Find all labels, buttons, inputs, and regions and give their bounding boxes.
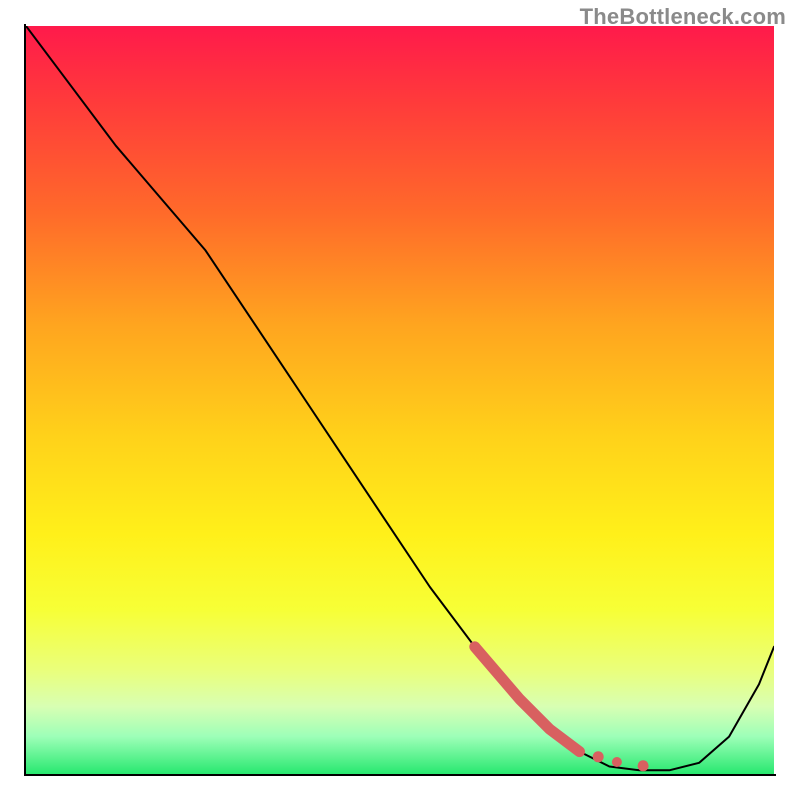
y-axis — [24, 24, 26, 776]
chart-container: TheBottleneck.com — [0, 0, 800, 800]
x-axis — [24, 774, 776, 776]
plot-gradient-background — [26, 26, 774, 774]
watermark: TheBottleneck.com — [580, 4, 786, 30]
